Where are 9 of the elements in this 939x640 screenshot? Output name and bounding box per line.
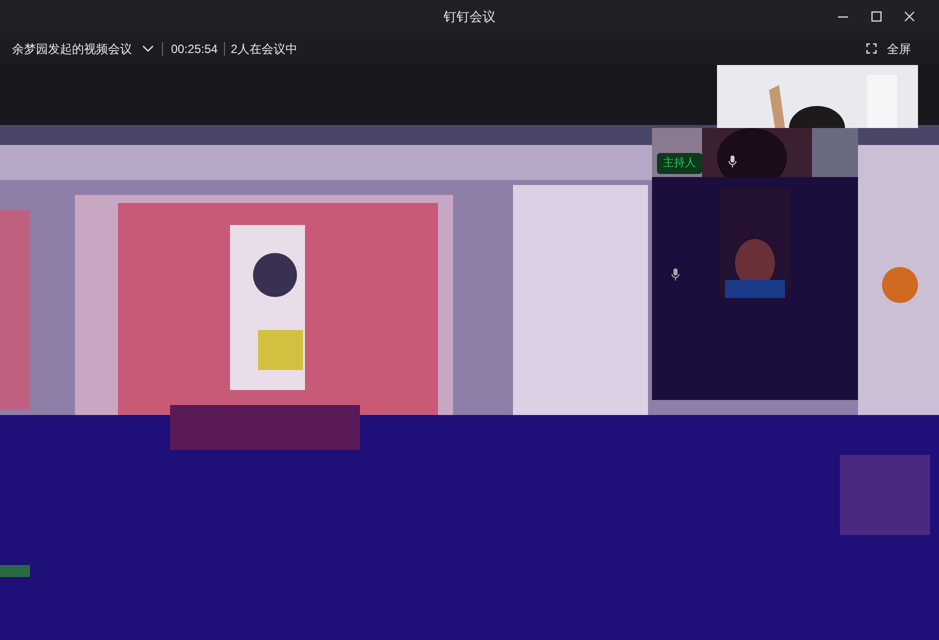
chevron-down-icon[interactable]: [142, 44, 154, 52]
meeting-duration: 00:25:54: [171, 40, 218, 58]
participant-count[interactable]: 2人在会议中: [230, 40, 298, 58]
fullscreen-button[interactable]: 全屏: [866, 40, 911, 58]
window-title: 钉钉会议: [444, 8, 496, 26]
close-icon[interactable]: [904, 11, 915, 22]
maximize-icon[interactable]: [871, 11, 882, 22]
fullscreen-icon: [866, 43, 877, 54]
meeting-title[interactable]: 余梦园发起的视频会议: [12, 40, 132, 58]
